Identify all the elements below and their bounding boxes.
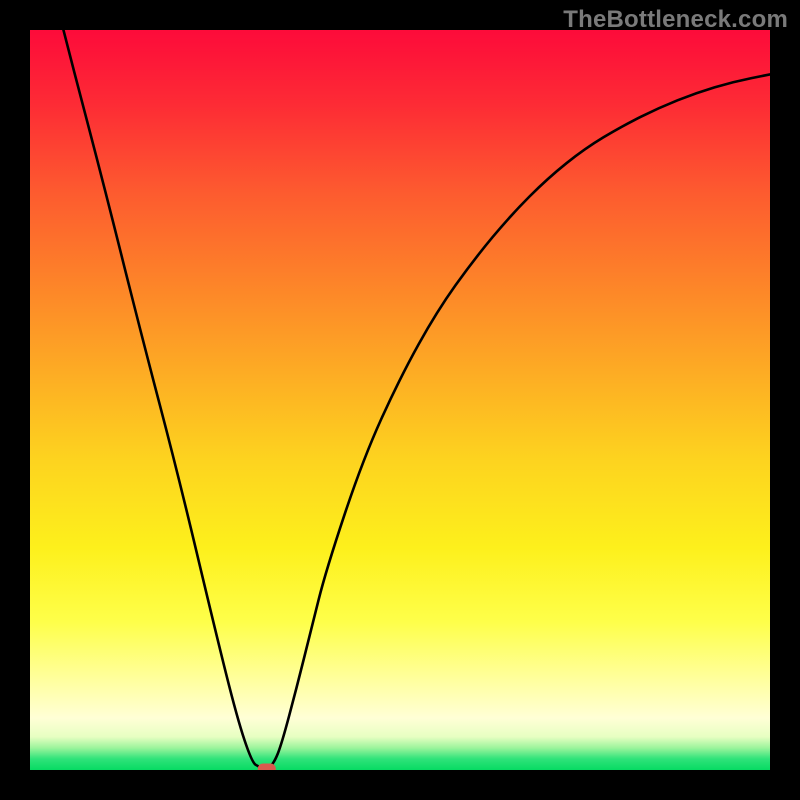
minimum-marker: [258, 764, 276, 771]
curve-layer: [30, 30, 770, 770]
watermark-text: TheBottleneck.com: [563, 6, 788, 34]
bottleneck-curve: [30, 30, 770, 769]
plot-area: [30, 30, 770, 770]
chart-container: TheBottleneck.com: [0, 0, 800, 800]
